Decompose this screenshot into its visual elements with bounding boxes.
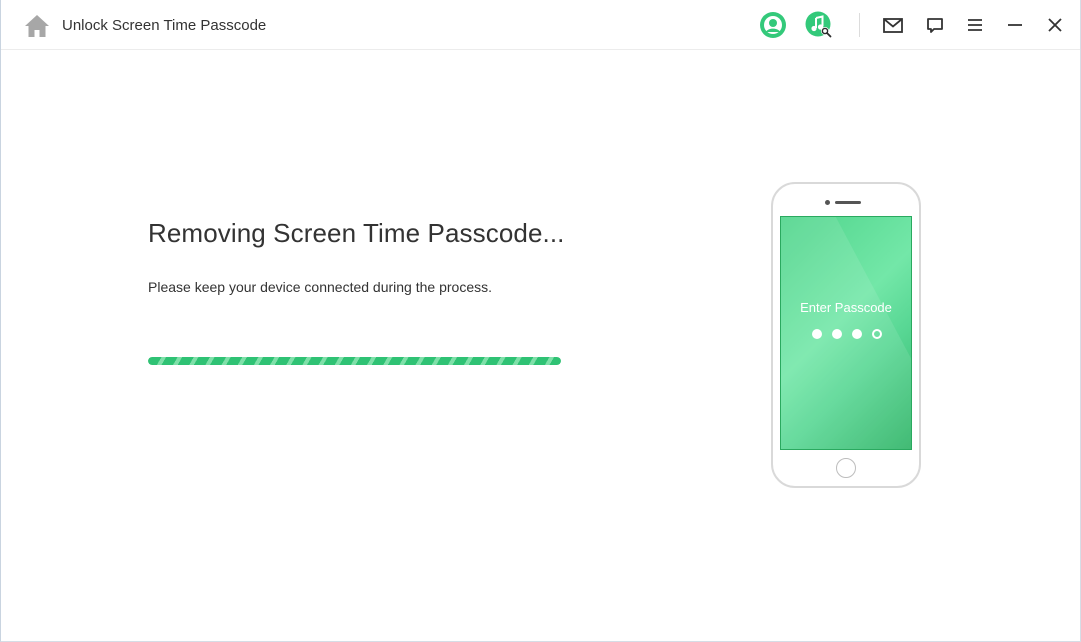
- passcode-dot: [872, 329, 882, 339]
- phone-illustration: Enter Passcode: [771, 182, 921, 488]
- home-icon[interactable]: [23, 13, 51, 39]
- phone-camera: [825, 200, 830, 205]
- passcode-dots: [812, 329, 884, 339]
- title-bar: Unlock Screen Time Passcode: [1, 0, 1080, 50]
- minimize-icon[interactable]: [1001, 11, 1029, 39]
- account-icon[interactable]: [759, 11, 787, 39]
- status-message: Please keep your device connected during…: [148, 279, 492, 295]
- phone-screen: Enter Passcode: [780, 216, 912, 450]
- passcode-dot: [852, 329, 862, 339]
- page-heading: Removing Screen Time Passcode...: [148, 218, 565, 248]
- phone-speaker: [835, 201, 861, 204]
- passcode-dot: [812, 329, 822, 339]
- mail-icon[interactable]: [879, 11, 907, 39]
- progress-bar: [148, 357, 561, 365]
- toolbar-divider: [859, 13, 860, 37]
- music-search-icon[interactable]: [805, 11, 833, 39]
- feedback-icon[interactable]: [921, 11, 949, 39]
- app-window: Unlock Screen Time Passcode Removing Scr…: [0, 0, 1081, 642]
- close-icon[interactable]: [1041, 11, 1069, 39]
- enter-passcode-label: Enter Passcode: [800, 300, 892, 315]
- menu-icon[interactable]: [961, 11, 989, 39]
- passcode-dot: [832, 329, 842, 339]
- phone-home-button: [836, 458, 856, 478]
- progress-fill: [148, 357, 561, 365]
- window-title: Unlock Screen Time Passcode: [62, 17, 267, 34]
